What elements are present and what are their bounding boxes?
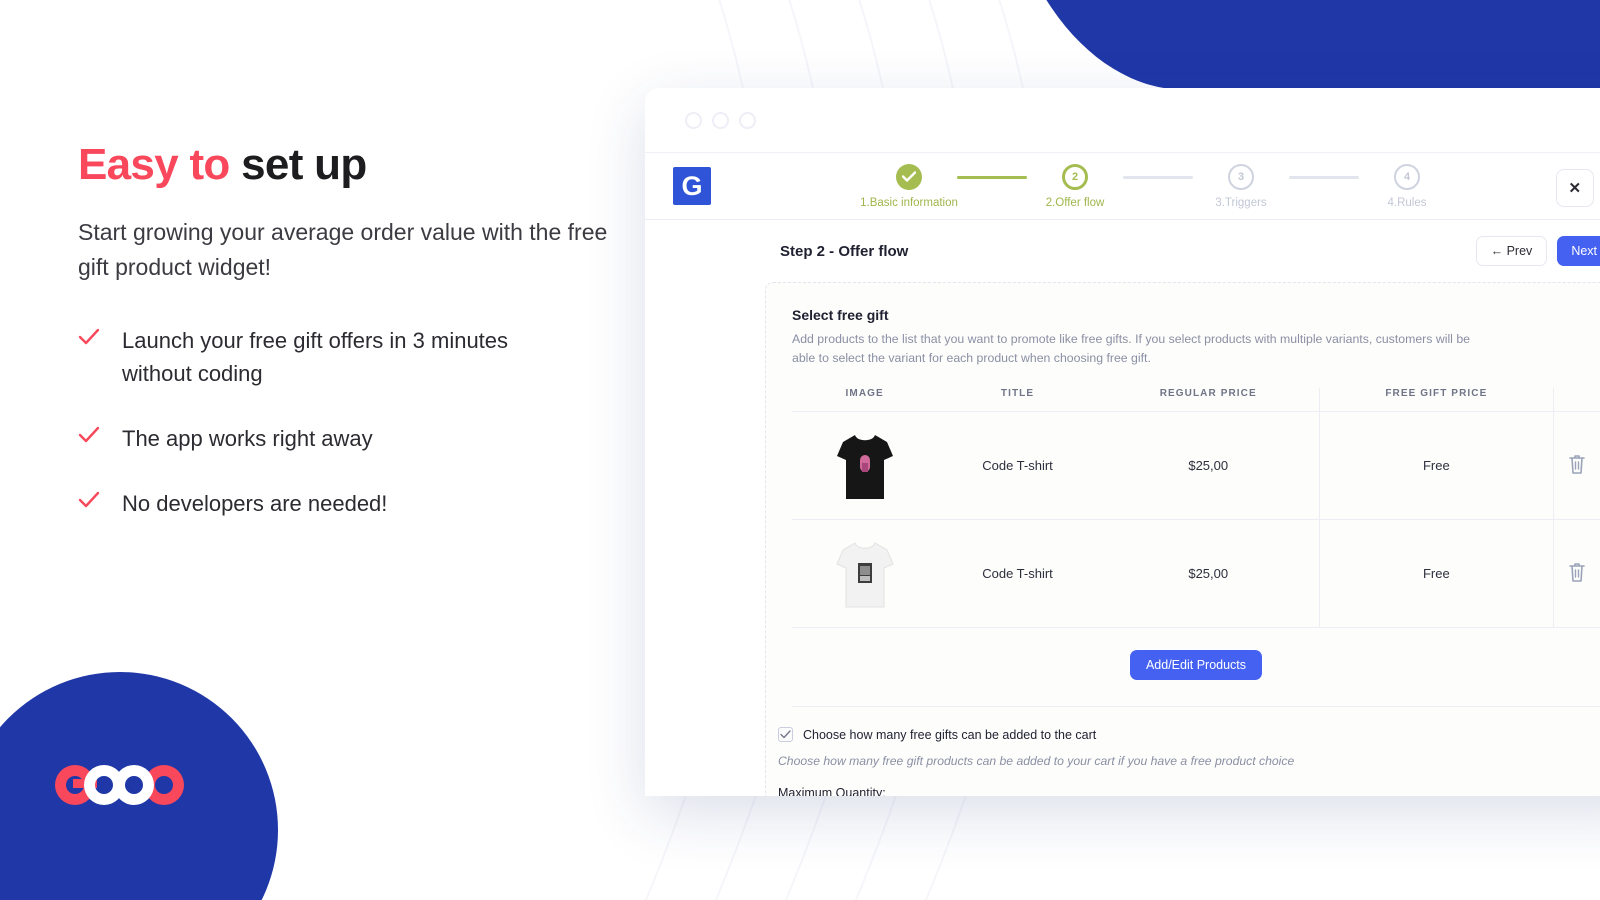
cell-image [792, 411, 938, 521]
cell-image [792, 519, 938, 629]
trash-icon[interactable] [1567, 561, 1587, 583]
trash-icon[interactable] [1567, 453, 1587, 475]
close-button[interactable]: ✕ [1555, 169, 1594, 207]
step-1-check-icon [896, 163, 922, 190]
list-item: Launch your free gift offers in 3 minute… [78, 324, 638, 390]
maximum-quantity-label: Maximum Quantity: [778, 786, 886, 796]
list-item-label: Launch your free gift offers in 3 minute… [122, 328, 509, 387]
cell-title: Code T-shirt [937, 411, 1098, 521]
free-gift-quantity-label: Choose how many free gifts can be added … [803, 727, 1097, 742]
card-description: Add products to the list that you want t… [792, 332, 1471, 366]
step-2-marker: 2 [1062, 163, 1088, 190]
window-dot-minimize-icon[interactable] [712, 111, 729, 129]
cell-actions [1552, 519, 1600, 629]
table-row: Code T-shirt $25,00 Free [792, 411, 1600, 521]
step-connector-3 [1289, 175, 1359, 179]
benefit-list: Launch your free gift offers in 3 minute… [78, 324, 638, 520]
cell-free-gift-price: Free [1318, 411, 1554, 521]
check-icon [78, 328, 104, 351]
free-gift-quantity-hint: Choose how many free gift products can b… [778, 754, 1295, 769]
browser-window: G 1.Basic information 2 2.Offer flow 3 3… [645, 88, 1600, 796]
step-wizard: 1.Basic information 2 2.Offer flow 3 3.T… [860, 163, 1455, 209]
check-icon [78, 426, 104, 449]
step-4-rules[interactable]: 4 4.Rules [1359, 163, 1455, 209]
check-icon [78, 491, 104, 514]
subheadline: Start growing your average order value w… [78, 219, 608, 280]
column-header-regular-price: REGULAR PRICE [1097, 388, 1320, 413]
page-title: Easy to set up [78, 140, 638, 189]
cell-regular-price: $25,00 [1097, 411, 1320, 521]
card-title: Select free gift [792, 307, 889, 323]
marketing-column: Easy to set up Start growing your averag… [78, 140, 638, 520]
cell-actions [1552, 411, 1600, 521]
step-1-basic-information[interactable]: 1.Basic information [860, 163, 958, 209]
list-item: No developers are needed! [78, 487, 638, 520]
app-header: G 1.Basic information 2 2.Offer flow 3 3… [645, 152, 1600, 220]
headline-accent: Easy to [78, 140, 230, 189]
white-tshirt-thumbnail [836, 541, 894, 608]
app-logo: G [673, 167, 711, 205]
window-dot-maximize-icon[interactable] [739, 111, 756, 129]
select-free-gift-card: Select free gift Add products to the lis… [765, 282, 1600, 796]
step-toolbar: Step 2 - Offer flow ← Prev Next → [645, 220, 1600, 282]
list-item: The app works right away [78, 422, 638, 455]
table-row: Code T-shirt $25,00 Free [792, 519, 1600, 629]
next-button[interactable]: Next → [1557, 236, 1600, 266]
add-edit-products-button[interactable]: Add/Edit Products [1129, 650, 1263, 681]
column-header-image: IMAGE [792, 388, 938, 413]
table-header-row: IMAGE TITLE REGULAR PRICE FREE GIFT PRIC… [792, 388, 1600, 413]
cell-title: Code T-shirt [937, 519, 1098, 629]
column-header-title: TITLE [937, 388, 1098, 413]
list-item-label: No developers are needed! [122, 491, 388, 517]
step-3-marker: 3 [1228, 163, 1254, 190]
step-3-label: 3.Triggers [1215, 196, 1267, 209]
step-1-label: 1.Basic information [860, 196, 958, 209]
prev-button[interactable]: ← Prev [1475, 236, 1548, 266]
step-2-offer-flow[interactable]: 2 2.Offer flow [1027, 163, 1123, 209]
products-table: IMAGE TITLE REGULAR PRICE FREE GIFT PRIC… [792, 388, 1600, 629]
step-4-marker: 4 [1394, 163, 1420, 190]
step-title: Step 2 - Offer flow [780, 242, 909, 260]
step-nav-buttons: ← Prev Next → [1475, 236, 1600, 266]
column-header-actions [1552, 388, 1600, 413]
step-connector-2 [1123, 175, 1193, 179]
page-root: Easy to set up Start growing your averag… [0, 0, 1600, 900]
headline-rest: set up [241, 140, 367, 189]
cell-regular-price: $25,00 [1097, 519, 1320, 629]
browser-titlebar [645, 88, 1600, 152]
step-connector-1 [957, 175, 1027, 179]
free-gift-quantity-option[interactable]: Choose how many free gifts can be added … [778, 727, 1600, 743]
step-4-label: 4.Rules [1387, 196, 1427, 209]
add-edit-products-row: Add/Edit Products [792, 628, 1600, 708]
step-2-label: 2.Offer flow [1045, 196, 1105, 209]
step-3-triggers[interactable]: 3 3.Triggers [1193, 163, 1289, 209]
decorative-blue-circle-top-right [996, 0, 1600, 90]
free-gift-quantity-checkbox[interactable] [778, 727, 793, 743]
card-area: Select free gift Add products to the lis… [645, 282, 1600, 796]
header-actions: ✕ Publish [1555, 168, 1600, 208]
list-item-label: The app works right away [122, 426, 373, 452]
column-header-free-gift-price: FREE GIFT PRICE [1318, 388, 1554, 413]
cell-free-gift-price: Free [1318, 519, 1554, 629]
window-dot-close-icon[interactable] [685, 111, 702, 129]
gooo-logo [52, 762, 202, 808]
black-tshirt-thumbnail [836, 434, 893, 499]
